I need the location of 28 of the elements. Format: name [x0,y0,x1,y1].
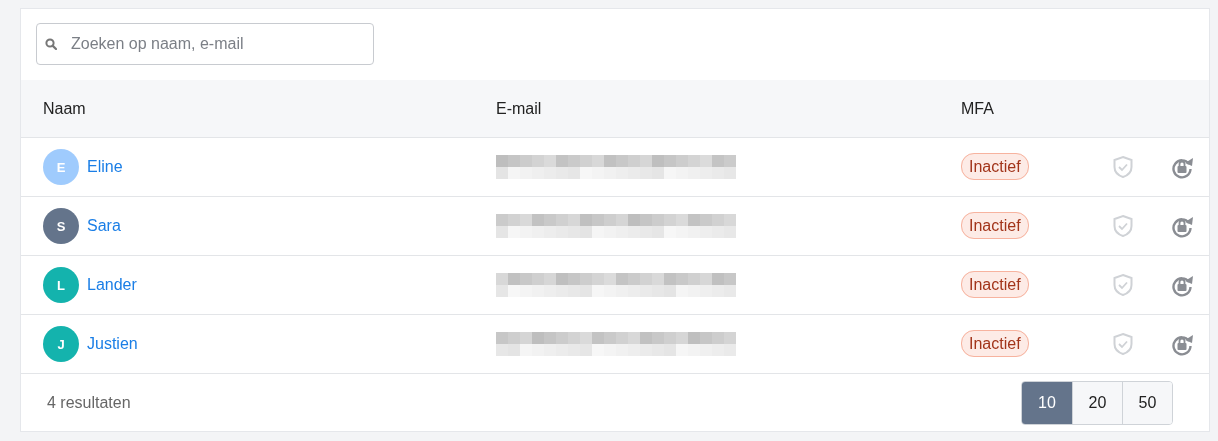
shield-check-icon[interactable] [1112,332,1134,356]
column-header: E-mail [496,99,543,118]
user-name-link[interactable]: Justien [87,335,138,353]
result-count: 4 resultaten [47,393,131,412]
user-name-link[interactable]: Lander [87,276,137,294]
page-size-button[interactable]: 20 [1072,381,1122,424]
status-badge: Inactief [961,153,1029,180]
avatar: L [43,267,79,303]
search-field[interactable]: Zoeken op naam, e-mail [36,23,374,65]
avatar: S [43,208,79,244]
user-name-link[interactable]: Sara [87,217,121,235]
lock-reset-icon[interactable] [1170,332,1194,356]
avatar: E [43,149,79,185]
status-badge: Inactief [961,271,1029,298]
shield-check-icon[interactable] [1112,155,1134,179]
column-header: Naam [43,99,87,118]
lock-reset-icon[interactable] [1170,155,1194,179]
lock-reset-icon[interactable] [1170,273,1194,297]
user-name-link[interactable]: Eline [87,158,123,176]
status-badge: Inactief [961,330,1029,357]
lock-reset-icon[interactable] [1170,214,1194,238]
status-badge: Inactief [961,212,1029,239]
page-size-button[interactable]: 50 [1122,381,1172,424]
avatar: J [43,326,79,362]
shield-check-icon[interactable] [1112,273,1134,297]
page-size-button[interactable]: 10 [1022,381,1072,424]
column-header: MFA [961,99,995,118]
shield-check-icon[interactable] [1112,214,1134,238]
